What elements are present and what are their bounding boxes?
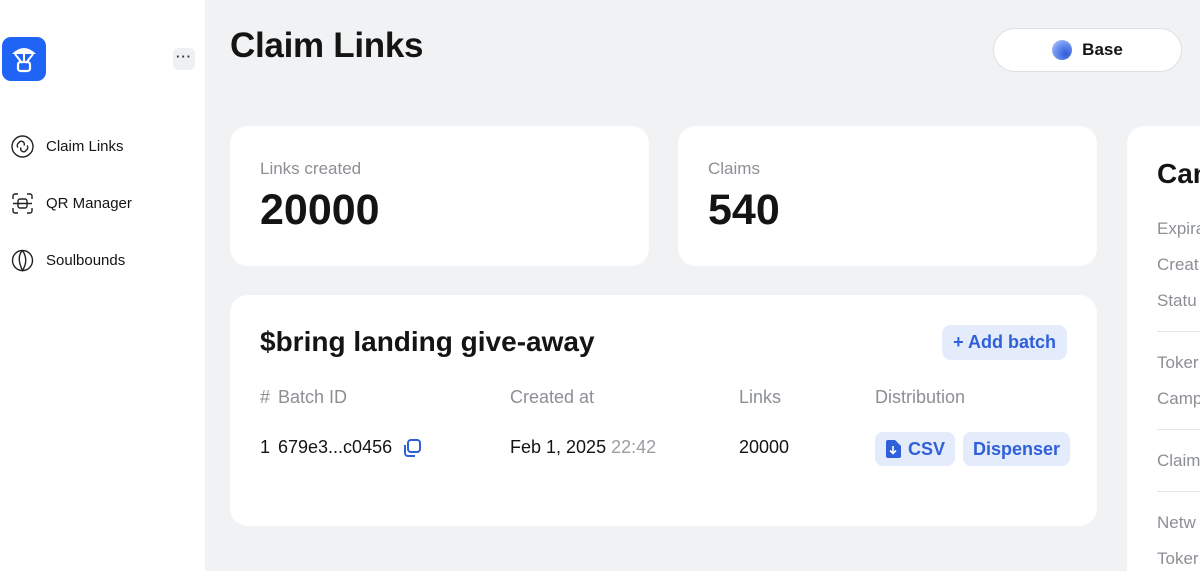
- sidebar-item-label: QR Manager: [46, 194, 132, 212]
- links-created-label: Links created: [260, 159, 362, 178]
- detail-expiration-label: Expira: [1157, 219, 1200, 238]
- column-header-links: Links: [739, 387, 782, 407]
- claims-label: Claims: [708, 159, 760, 178]
- claims-card: Claims 540: [678, 126, 1097, 266]
- detail-campaign-label: Camp: [1157, 389, 1200, 408]
- campaign-details-card: Can Expira Creat Statu Toker Camp Claim …: [1127, 126, 1200, 571]
- detail-status-label: Statu: [1157, 291, 1197, 310]
- sidebar-item-label: Claim Links: [46, 137, 124, 155]
- batch-id-cell: 679e3...c0456: [278, 437, 422, 458]
- sidebar-item-claim-links[interactable]: Claim Links: [10, 131, 124, 161]
- detail-token-label: Toker: [1157, 353, 1199, 372]
- links-created-value: 20000: [260, 186, 380, 234]
- links-created-card: Links created 20000: [230, 126, 649, 266]
- download-csv-button[interactable]: CSV: [875, 432, 956, 466]
- parachute-logo-icon: [12, 48, 36, 73]
- detail-network-label: Netw: [1157, 513, 1196, 532]
- campaign-title: $bring landing give-away: [260, 326, 595, 357]
- detail-token-address-label: Toker: [1157, 549, 1199, 568]
- qr-manager-icon: [10, 191, 35, 216]
- created-time: 22:42: [611, 437, 657, 457]
- app-logo[interactable]: [2, 37, 46, 81]
- sidebar-item-qr-manager[interactable]: QR Manager: [10, 188, 132, 218]
- sidebar-item-soulbounds[interactable]: Soulbounds: [10, 245, 125, 275]
- claims-value: 540: [708, 186, 780, 234]
- distribution-cell: CSV Dispenser: [875, 432, 1071, 466]
- details-title: Can: [1157, 158, 1200, 189]
- copy-icon[interactable]: [402, 438, 422, 458]
- csv-label: CSV: [908, 438, 946, 459]
- network-selector-button[interactable]: Base: [993, 28, 1182, 72]
- detail-divider: [1157, 331, 1200, 332]
- created-date: Feb 1, 2025: [510, 437, 607, 457]
- column-header-distribution: Distribution: [875, 387, 966, 407]
- claim-links-icon: [10, 134, 35, 159]
- sidebar-item-label: Soulbounds: [46, 251, 126, 269]
- row-index: 1: [260, 437, 271, 457]
- soulbounds-icon: [10, 248, 35, 273]
- campaign-batches-card: $bring landing give-away + Add batch # B…: [230, 295, 1097, 526]
- detail-divider: [1157, 491, 1200, 492]
- base-network-icon: [1052, 40, 1073, 60]
- dispenser-button[interactable]: Dispenser: [963, 432, 1071, 466]
- detail-divider: [1157, 429, 1200, 430]
- links-count-cell: 20000: [739, 437, 790, 457]
- network-label: Base: [1082, 40, 1123, 59]
- column-header-hash: #: [260, 387, 271, 407]
- batch-id-value: 679e3...c0456: [278, 437, 393, 457]
- page-title: Claim Links: [230, 26, 424, 65]
- created-at-cell: Feb 1, 2025 22:42: [510, 437, 656, 458]
- more-options-button[interactable]: ···: [173, 48, 195, 70]
- column-header-created-at: Created at: [510, 387, 595, 407]
- column-header-batch-id: Batch ID: [278, 387, 348, 407]
- add-batch-button[interactable]: + Add batch: [942, 325, 1067, 360]
- detail-claim-label: Claim: [1157, 451, 1200, 470]
- sidebar: ··· Claim Links QR Manager Soulbounds: [0, 0, 205, 571]
- detail-created-label: Creat: [1157, 255, 1199, 274]
- file-download-icon: [886, 440, 901, 458]
